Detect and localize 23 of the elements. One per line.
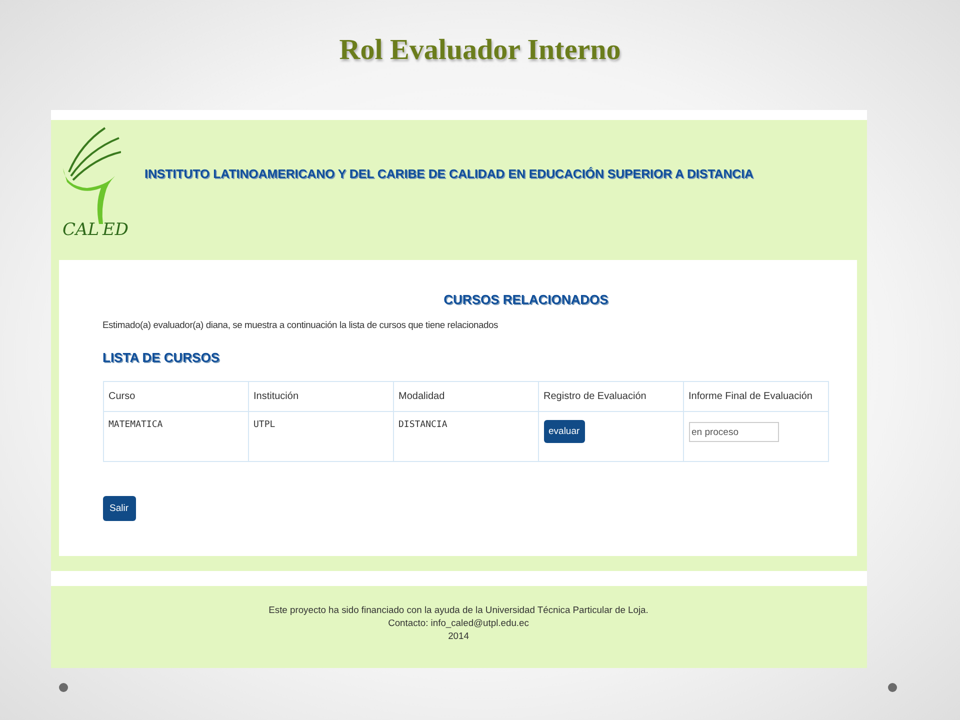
exit-button[interactable]: Salir: [102, 496, 136, 521]
table-cell: UTPL: [248, 412, 393, 462]
report-status-field[interactable]: en proceso: [688, 422, 778, 442]
column-header: Institución: [248, 382, 393, 412]
table-cell: DISTANCIA: [393, 412, 538, 462]
section-heading: CURSOS RELACIONADOS: [444, 292, 608, 307]
institute-name: INSTITUTO LATINOAMERICANO Y DEL CARIBE DE CALIDAD EN EDUCACIÓN SUPERIOR A DISTANCIA: [144, 167, 754, 181]
column-header: Curso: [103, 382, 248, 412]
logo-text: CAL: [62, 220, 100, 240]
column-header: Modalidad: [393, 382, 538, 412]
table-cell: MATEMATICA: [103, 412, 248, 462]
evaluate-button[interactable]: evaluar: [544, 420, 585, 443]
slide-title: Rol Evaluador Interno: [339, 34, 621, 68]
footer-text: 2014: [448, 629, 469, 642]
footer-text: Este proyecto ha sido financiado con la ayuda de la Universidad Técnica Particular de Loja.: [268, 603, 648, 616]
logo-text: ED: [102, 220, 129, 240]
footer-text: Contacto: info_caled@utpl.edu.ec: [388, 616, 529, 629]
bullet-dot-icon: [888, 683, 897, 692]
column-header: Informe Final de Evaluación: [683, 382, 828, 412]
bullet-dot-icon: [59, 683, 68, 692]
column-header: Registro de Evaluación: [538, 382, 683, 412]
intro-text: Estimado(a) evaluador(a) diana, se muestra a continuación la lista de cursos que tiene relacionados: [102, 319, 500, 330]
list-heading: LISTA DE CURSOS: [102, 350, 221, 365]
